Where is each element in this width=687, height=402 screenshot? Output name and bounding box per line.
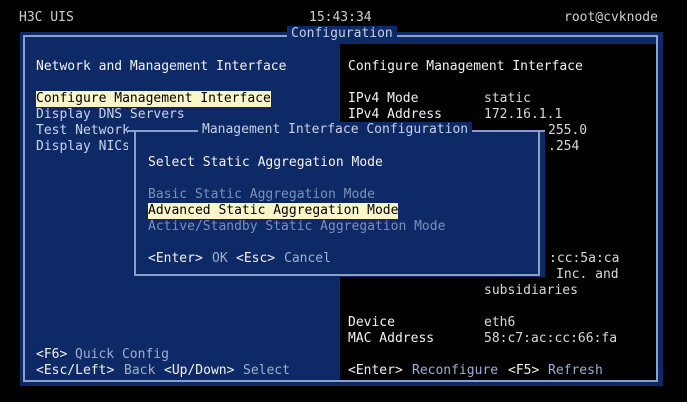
ipv4-mode-label: IPv4 Mode (348, 91, 419, 106)
user-host: root@cvknode (564, 10, 658, 25)
gateway-value-partial: .254 (548, 139, 580, 154)
menu-item-display-dns-servers[interactable]: Display DNS Servers (36, 107, 185, 123)
mac-address-label: MAC Address (348, 331, 435, 346)
ipv4-mode-value: static (484, 91, 531, 106)
option-advanced-static-aggregation[interactable]: Advanced Static Aggregation Mode (148, 203, 399, 219)
dialog-ok-key[interactable]: <Enter> (148, 251, 203, 267)
back-label: Back (124, 363, 156, 378)
vendor-line-2: subsidiaries (484, 283, 578, 298)
dialog-cancel-key[interactable]: <Esc> (236, 251, 275, 267)
window-title: Configuration (287, 26, 397, 42)
quick-config-key[interactable]: <F6> (36, 347, 67, 363)
select-key[interactable]: <Up/Down> (164, 363, 234, 379)
device-value: eth6 (484, 315, 516, 330)
refresh-key[interactable]: <F5> (508, 363, 539, 379)
option-active-standby-static-aggregation[interactable]: Active/Standby Static Aggregation Mode (148, 219, 445, 235)
menu-item-display-nics[interactable]: Display NICs (36, 139, 130, 155)
clock: 15:43:34 (309, 10, 372, 25)
refresh-label: Refresh (548, 363, 603, 378)
right-panel-heading: Configure Management Interface (348, 59, 583, 74)
device-label: Device (348, 315, 395, 330)
system-name: H3C UIS (19, 10, 74, 25)
reconfigure-label: Reconfigure (412, 363, 499, 378)
reconfigure-key[interactable]: <Enter> (348, 363, 403, 379)
vendor-mac-partial: :cc:5a:ca (549, 251, 620, 266)
dialog-heading: Select Static Aggregation Mode (148, 155, 383, 170)
back-key[interactable]: <Esc/Left> (36, 363, 114, 379)
quick-config-label: Quick Config (75, 347, 169, 362)
ipv4-address-value: 172.16.1.1 (484, 107, 563, 122)
mac-address-value: 58:c7:ac:cc:66:fa (484, 331, 618, 346)
dialog-title: Management Interface Configuration (198, 122, 473, 138)
ipv4-address-label: IPv4 Address (348, 107, 442, 122)
dialog-ok-label[interactable]: OK (212, 251, 228, 267)
option-basic-static-aggregation[interactable]: Basic Static Aggregation Mode (148, 187, 375, 203)
vendor-line-1: Inc. and (556, 267, 619, 282)
dialog-cancel-label[interactable]: Cancel (284, 251, 331, 267)
left-panel-heading: Network and Management Interface (36, 59, 287, 74)
select-label: Select (243, 363, 290, 378)
menu-item-configure-management-interface[interactable]: Configure Management Interface (36, 91, 271, 107)
netmask-value-partial: 255.0 (548, 123, 588, 138)
menu-item-test-network[interactable]: Test Network (36, 123, 130, 139)
